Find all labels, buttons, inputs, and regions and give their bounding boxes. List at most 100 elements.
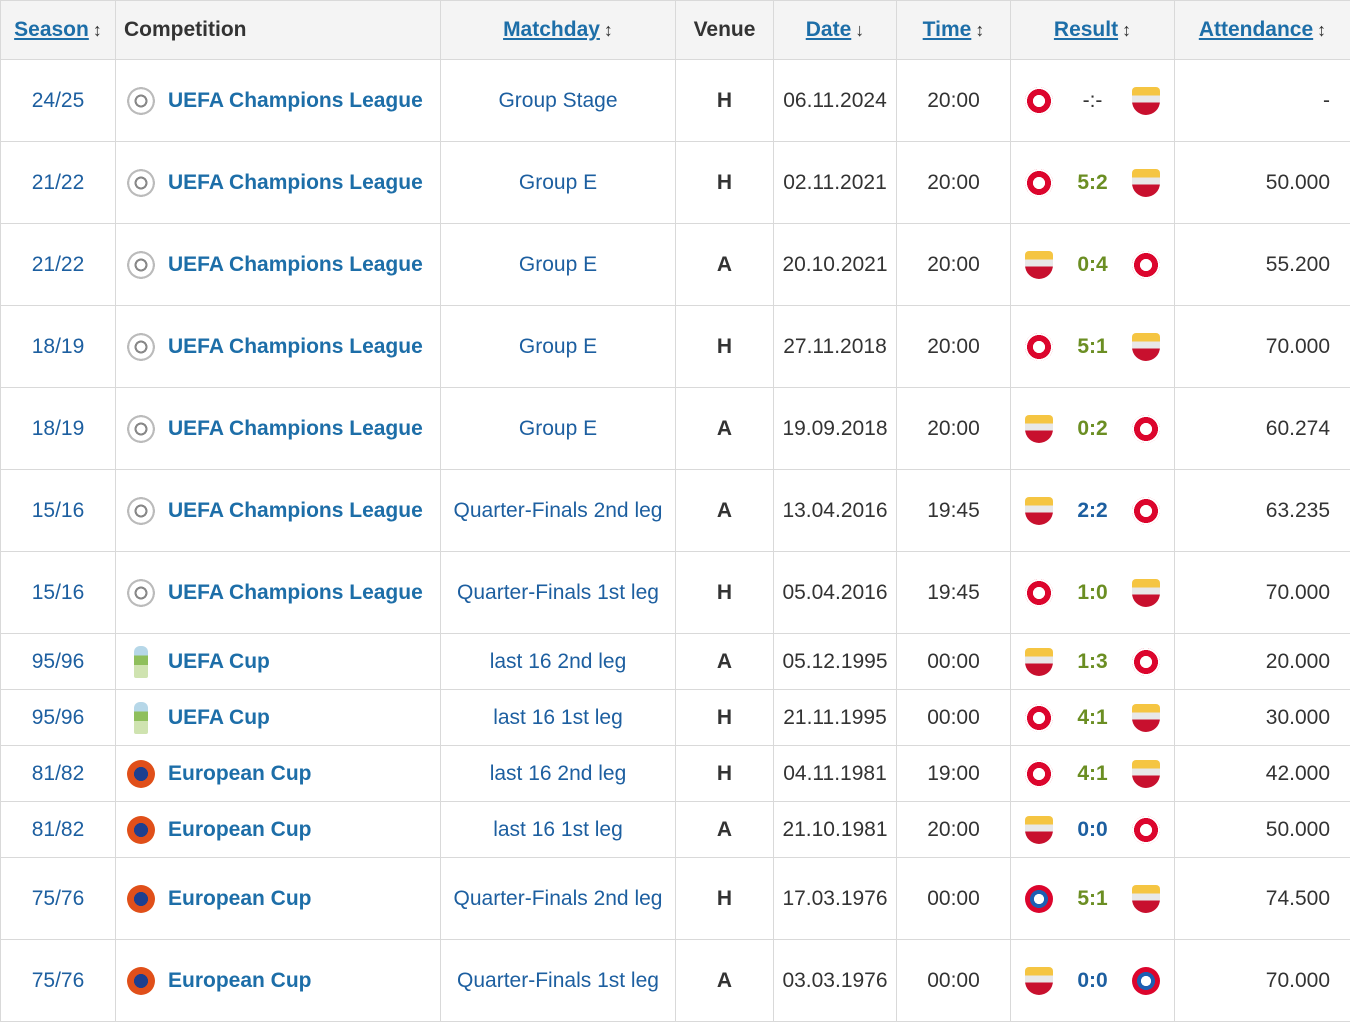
home-team-crest-icon[interactable]: [1025, 333, 1053, 361]
away-team-crest-icon[interactable]: [1132, 885, 1160, 913]
matchday-cell[interactable]: Group E: [441, 142, 676, 224]
result-cell[interactable]: 5:1: [1011, 858, 1175, 940]
season-cell[interactable]: 81/82: [1, 802, 116, 858]
result-cell[interactable]: 4:1: [1011, 746, 1175, 802]
result-cell[interactable]: 4:1: [1011, 690, 1175, 746]
season-cell[interactable]: 75/76: [1, 858, 116, 940]
competition-cell[interactable]: European Cup: [116, 746, 441, 802]
competition-cell[interactable]: UEFA Champions League: [116, 306, 441, 388]
competition-cell[interactable]: UEFA Champions League: [116, 552, 441, 634]
match-score[interactable]: 0:0: [1077, 818, 1107, 842]
match-score[interactable]: 1:3: [1077, 650, 1107, 674]
away-team-crest-icon[interactable]: [1132, 967, 1160, 995]
match-score[interactable]: 5:2: [1077, 171, 1107, 195]
competition-cell[interactable]: UEFA Cup: [116, 690, 441, 746]
matchday-cell[interactable]: Group Stage: [441, 60, 676, 142]
season-cell[interactable]: 95/96: [1, 690, 116, 746]
match-score[interactable]: 0:4: [1077, 253, 1107, 277]
competition-link[interactable]: UEFA Cup: [168, 646, 270, 678]
matchday-cell[interactable]: Quarter-Finals 2nd leg: [441, 470, 676, 552]
result-cell[interactable]: 0:0: [1011, 940, 1175, 1022]
competition-cell[interactable]: UEFA Champions League: [116, 142, 441, 224]
match-score[interactable]: 5:1: [1077, 887, 1107, 911]
home-team-crest-icon[interactable]: [1025, 579, 1053, 607]
sort-both-icon[interactable]: ↕: [604, 20, 613, 40]
away-team-crest-icon[interactable]: [1132, 333, 1160, 361]
away-team-crest-icon[interactable]: [1132, 816, 1160, 844]
match-score[interactable]: 4:1: [1077, 762, 1107, 786]
matchday-cell[interactable]: Group E: [441, 388, 676, 470]
match-score[interactable]: 5:1: [1077, 335, 1107, 359]
result-cell[interactable]: 0:4: [1011, 224, 1175, 306]
season-sort-link[interactable]: Season: [14, 18, 89, 41]
away-team-crest-icon[interactable]: [1132, 251, 1160, 279]
season-cell[interactable]: 21/22: [1, 142, 116, 224]
result-sort-link[interactable]: Result: [1054, 18, 1118, 41]
match-score[interactable]: 1:0: [1077, 581, 1107, 605]
result-cell[interactable]: -:-: [1011, 60, 1175, 142]
competition-cell[interactable]: UEFA Champions League: [116, 224, 441, 306]
home-team-crest-icon[interactable]: [1025, 87, 1053, 115]
season-cell[interactable]: 15/16: [1, 470, 116, 552]
competition-cell[interactable]: UEFA Cup: [116, 634, 441, 690]
sort-both-icon[interactable]: ↕: [93, 20, 102, 40]
home-team-crest-icon[interactable]: [1025, 251, 1053, 279]
home-team-crest-icon[interactable]: [1025, 816, 1053, 844]
home-team-crest-icon[interactable]: [1025, 885, 1053, 913]
season-cell[interactable]: 21/22: [1, 224, 116, 306]
season-cell[interactable]: 95/96: [1, 634, 116, 690]
competition-link[interactable]: European Cup: [168, 814, 312, 846]
sort-both-icon[interactable]: ↕: [975, 20, 984, 40]
competition-link[interactable]: European Cup: [168, 883, 312, 915]
away-team-crest-icon[interactable]: [1132, 648, 1160, 676]
home-team-crest-icon[interactable]: [1025, 648, 1053, 676]
competition-cell[interactable]: UEFA Champions League: [116, 470, 441, 552]
season-cell[interactable]: 18/19: [1, 388, 116, 470]
header-date[interactable]: Date↓: [774, 1, 897, 60]
home-team-crest-icon[interactable]: [1025, 169, 1053, 197]
competition-cell[interactable]: European Cup: [116, 940, 441, 1022]
competition-cell[interactable]: UEFA Champions League: [116, 60, 441, 142]
away-team-crest-icon[interactable]: [1132, 169, 1160, 197]
competition-link[interactable]: UEFA Champions League: [168, 249, 423, 281]
matchday-cell[interactable]: Group E: [441, 224, 676, 306]
result-cell[interactable]: 5:1: [1011, 306, 1175, 388]
matchday-cell[interactable]: last 16 1st leg: [441, 802, 676, 858]
matchday-cell[interactable]: last 16 1st leg: [441, 690, 676, 746]
away-team-crest-icon[interactable]: [1132, 415, 1160, 443]
competition-cell[interactable]: UEFA Champions League: [116, 388, 441, 470]
sort-down-icon[interactable]: ↓: [855, 20, 864, 40]
away-team-crest-icon[interactable]: [1132, 497, 1160, 525]
competition-link[interactable]: UEFA Cup: [168, 702, 270, 734]
away-team-crest-icon[interactable]: [1132, 87, 1160, 115]
away-team-crest-icon[interactable]: [1132, 760, 1160, 788]
home-team-crest-icon[interactable]: [1025, 415, 1053, 443]
competition-link[interactable]: European Cup: [168, 758, 312, 790]
away-team-crest-icon[interactable]: [1132, 579, 1160, 607]
away-team-crest-icon[interactable]: [1132, 704, 1160, 732]
season-cell[interactable]: 18/19: [1, 306, 116, 388]
result-cell[interactable]: 1:3: [1011, 634, 1175, 690]
competition-link[interactable]: UEFA Champions League: [168, 167, 423, 199]
sort-both-icon[interactable]: ↕: [1122, 20, 1131, 40]
matchday-cell[interactable]: last 16 2nd leg: [441, 746, 676, 802]
result-cell[interactable]: 0:2: [1011, 388, 1175, 470]
attendance-sort-link[interactable]: Attendance: [1199, 18, 1313, 41]
matchday-cell[interactable]: Quarter-Finals 1st leg: [441, 552, 676, 634]
result-cell[interactable]: 2:2: [1011, 470, 1175, 552]
home-team-crest-icon[interactable]: [1025, 967, 1053, 995]
time-sort-link[interactable]: Time: [923, 18, 972, 41]
competition-link[interactable]: European Cup: [168, 965, 312, 997]
result-cell[interactable]: 5:2: [1011, 142, 1175, 224]
date-sort-link[interactable]: Date: [806, 18, 852, 41]
home-team-crest-icon[interactable]: [1025, 760, 1053, 788]
header-matchday[interactable]: Matchday↕: [441, 1, 676, 60]
match-score[interactable]: 0:2: [1077, 417, 1107, 441]
header-time[interactable]: Time↕: [897, 1, 1011, 60]
match-score[interactable]: 2:2: [1077, 499, 1107, 523]
competition-link[interactable]: UEFA Champions League: [168, 413, 423, 445]
season-cell[interactable]: 75/76: [1, 940, 116, 1022]
matchday-cell[interactable]: Quarter-Finals 1st leg: [441, 940, 676, 1022]
result-cell[interactable]: 0:0: [1011, 802, 1175, 858]
matchday-cell[interactable]: Quarter-Finals 2nd leg: [441, 858, 676, 940]
